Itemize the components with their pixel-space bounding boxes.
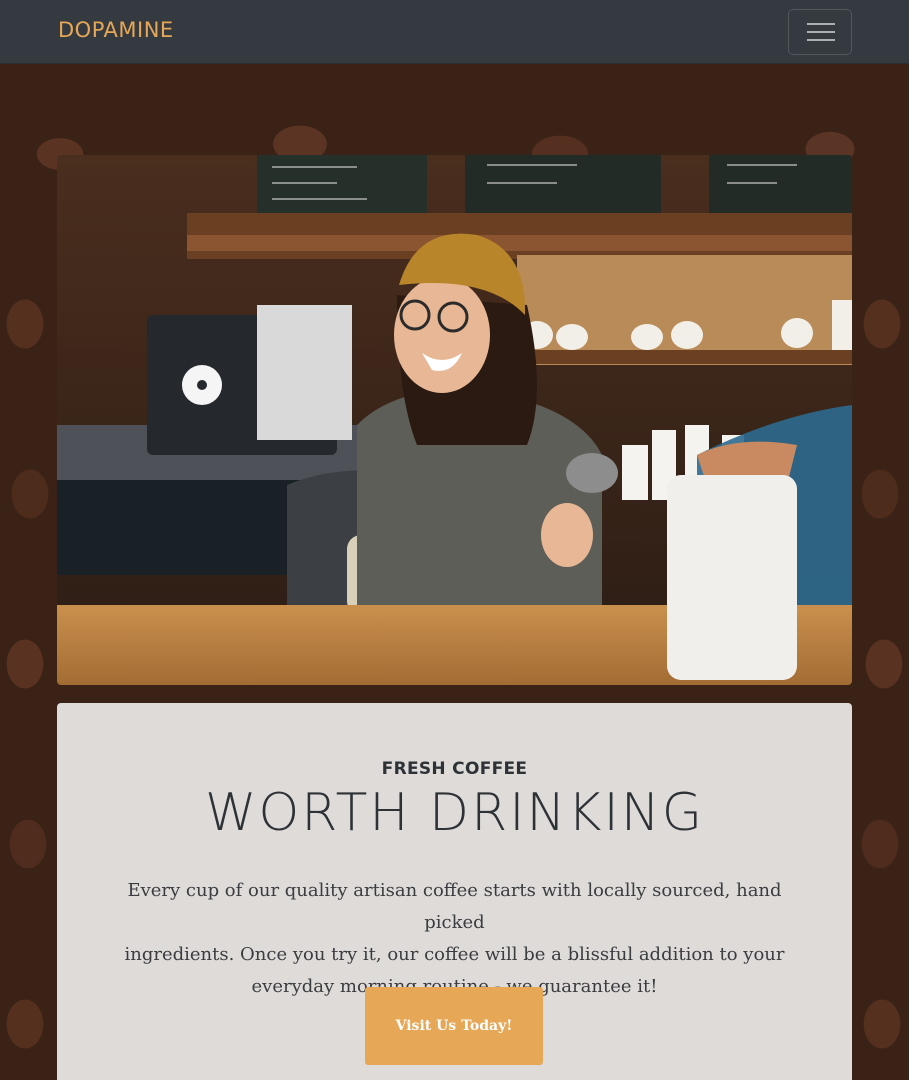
barista-photo	[57, 155, 852, 685]
intro-line: ingredients. Once you try it, our coffee…	[124, 944, 785, 965]
visit-us-button[interactable]: Visit Us Today!	[365, 987, 543, 1065]
intro-paragraph: Every cup of our quality artisan coffee …	[117, 875, 792, 1003]
navbar: DOPAMINE	[0, 0, 909, 64]
intro-line: Every cup of our quality artisan coffee …	[127, 880, 782, 933]
hero-image	[57, 155, 852, 685]
intro-panel: FRESH COFFEE WORTH DRINKING Every cup of…	[57, 703, 852, 1080]
brand-logo-link[interactable]: DOPAMINE	[58, 18, 174, 42]
intro-title: WORTH DRINKING	[204, 783, 705, 843]
intro-subtitle: FRESH COFFEE	[381, 759, 528, 779]
menu-toggle-button[interactable]	[788, 9, 852, 55]
